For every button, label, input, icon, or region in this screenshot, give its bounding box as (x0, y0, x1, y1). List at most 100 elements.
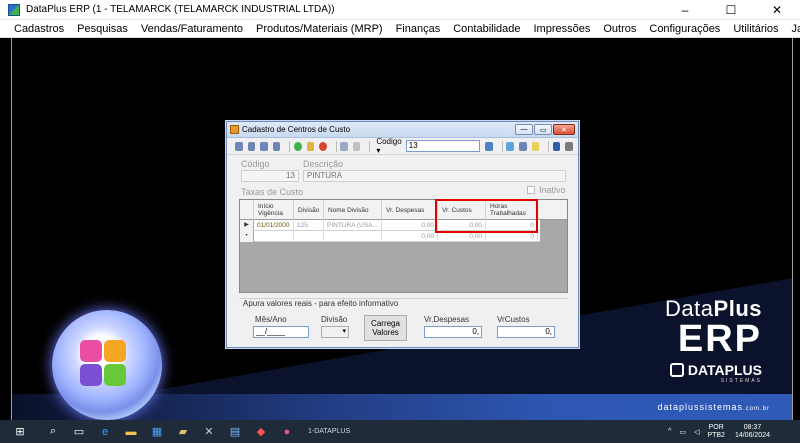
tray-chevron-icon[interactable]: ^ (668, 428, 671, 435)
print-icon[interactable] (506, 141, 515, 151)
volume-icon[interactable]: ◁ (694, 428, 699, 436)
next-record-icon[interactable] (260, 141, 268, 151)
file-explorer-icon[interactable]: ▬ (118, 420, 144, 443)
apura-group: Apura valores reais - para efeito inform… (239, 298, 568, 344)
previous-record-icon[interactable] (247, 141, 256, 151)
cost-rates-grid[interactable]: Início Vigência Divisão Nome Divisão Vr. … (239, 199, 568, 293)
search-icon[interactable] (485, 141, 493, 151)
cell-nome-divisao[interactable] (324, 231, 382, 242)
cell-nome-divisao[interactable]: PINTURA (USA... (324, 220, 382, 231)
codigo-search-label[interactable]: Codigo ▾ (376, 137, 402, 155)
cell-despesas[interactable]: 0,00 (382, 231, 438, 242)
dialog-minimize-button[interactable]: — (515, 124, 533, 135)
menu-impressoes[interactable]: Impressões (534, 23, 591, 35)
col-header-line: Nome Divisão (328, 206, 369, 214)
descricao-label: Descrição (303, 159, 344, 169)
app-icon[interactable]: ▰ (170, 420, 196, 443)
save-icon[interactable] (340, 141, 348, 151)
codigo-field[interactable]: 13 (241, 170, 299, 182)
minimize-button[interactable]: – (662, 0, 708, 20)
report-icon[interactable] (519, 141, 527, 151)
dataplus-mark-icon (669, 363, 684, 377)
app-icon[interactable]: ▤ (222, 420, 248, 443)
list-icon[interactable] (552, 141, 561, 151)
menu-configuracoes[interactable]: Configurações (649, 23, 720, 35)
clock-date: 14/06/2024 (734, 431, 770, 439)
anydesk-icon[interactable]: ◆ (248, 420, 274, 443)
carrega-valores-button[interactable]: Carrega Valores (364, 315, 407, 341)
brand-logo-text: DATAPLUS (687, 362, 762, 378)
codigo-label: Código (241, 159, 270, 169)
col-header-nome-divisao[interactable]: Nome Divisão (324, 200, 382, 220)
edge-icon[interactable]: e (92, 420, 118, 443)
menu-produtos[interactable]: Produtos/Materiais (MRP) (256, 23, 383, 35)
menu-pesquisas[interactable]: Pesquisas (77, 23, 128, 35)
task-label[interactable]: 1-DATAPLUS (308, 428, 350, 435)
menu-vendas[interactable]: Vendas/Faturamento (141, 23, 243, 35)
menu-cadastros[interactable]: Cadastros (14, 23, 64, 35)
dialog-maximize-button[interactable]: ▭ (534, 124, 552, 135)
close-button[interactable]: ✕ (754, 0, 800, 20)
tools-icon[interactable] (531, 141, 540, 151)
menu-financas[interactable]: Finanças (396, 23, 441, 35)
task-view-icon[interactable]: ▭ (66, 420, 92, 443)
taskbar: ⊞ ⌕ ▭ e ▬ ▦ ▰ ✕ ▤ ◆ ● 1-DATAPLUS ^ ▭ ◁ P… (0, 420, 800, 443)
delete-icon[interactable] (319, 141, 327, 151)
windows-start-icon[interactable]: ⊞ (0, 420, 40, 443)
language-line: PTB2 (707, 431, 725, 439)
brand-logo: DATAPLUS SISTEMAS (669, 362, 762, 384)
options-icon[interactable] (565, 141, 573, 151)
menu-contabilidade[interactable]: Contabilidade (453, 23, 520, 35)
add-icon[interactable] (293, 141, 302, 151)
cell-inicio[interactable]: 01/01/2000 (254, 220, 294, 231)
maximize-button[interactable]: ☐ (708, 0, 754, 20)
col-header-divisao[interactable]: Divisão (294, 200, 324, 220)
row-current-indicator-icon: ▶ (240, 220, 254, 231)
mes-ano-label: Mês/Ano (255, 315, 287, 324)
col-header-inicio[interactable]: Início Vigência (254, 200, 294, 220)
menu-janelas[interactable]: Janelas (792, 23, 800, 35)
clock[interactable]: 08:37 14/06/2024 (735, 424, 770, 440)
puzzle-logo-icon (52, 310, 162, 420)
last-record-icon[interactable] (272, 141, 281, 151)
language-indicator[interactable]: POR PTB2 (707, 424, 725, 440)
menu-utilitarios[interactable]: Utilitários (733, 23, 778, 35)
col-header-line: Divisão (298, 206, 320, 214)
window-controls: – ☐ ✕ (662, 0, 800, 20)
tools-icon[interactable]: ✕ (196, 420, 222, 443)
inativo-checkbox-box[interactable] (527, 186, 535, 194)
cell-divisao[interactable]: 125 (294, 220, 324, 231)
vr-custos-input[interactable]: 0, (497, 326, 555, 338)
descricao-field[interactable]: PINTURA (303, 170, 566, 182)
network-icon[interactable]: ▭ (679, 428, 686, 436)
toolbar-separator (548, 140, 549, 152)
dialog-close-button[interactable]: ✕ (553, 124, 575, 135)
cell-inicio[interactable] (254, 231, 294, 242)
dataplus-taskbar-icon[interactable]: ● (274, 420, 300, 443)
codigo-search-input[interactable]: 13 (405, 140, 481, 152)
vr-despesas-input[interactable]: 0, (424, 326, 482, 338)
mes-ano-input[interactable]: __/____ (253, 326, 309, 338)
dialog-icon (230, 125, 239, 134)
edit-icon[interactable] (306, 141, 315, 151)
menu-bar: Cadastros Pesquisas Vendas/Faturamento P… (0, 20, 800, 38)
divisao-select[interactable]: ▾ (321, 326, 349, 338)
vr-despesas-label: Vr.Despesas (424, 315, 470, 324)
cell-divisao[interactable] (294, 231, 324, 242)
vr-custos-label: VrCustos (497, 315, 530, 324)
col-header-despesas[interactable]: Vr. Despesas (382, 200, 438, 220)
chevron-down-icon: ▾ (342, 328, 346, 335)
first-record-icon[interactable] (235, 141, 243, 151)
puzzle-piece-icon (104, 340, 126, 362)
store-icon[interactable]: ▦ (144, 420, 170, 443)
toolbar-separator (369, 140, 371, 152)
language-line: POR (708, 423, 724, 431)
menu-outros[interactable]: Outros (603, 23, 636, 35)
brand-site: dataplussistemas.com.br (657, 402, 770, 412)
undo-icon[interactable] (352, 141, 361, 151)
toolbar-separator (289, 140, 290, 152)
dialog-titlebar: Cadastro de Centros de Custo — ▭ ✕ (227, 122, 578, 138)
search-icon[interactable]: ⌕ (40, 420, 66, 443)
cell-despesas[interactable]: 0,00 (382, 220, 438, 231)
inativo-checkbox[interactable]: Inativo (527, 185, 566, 195)
